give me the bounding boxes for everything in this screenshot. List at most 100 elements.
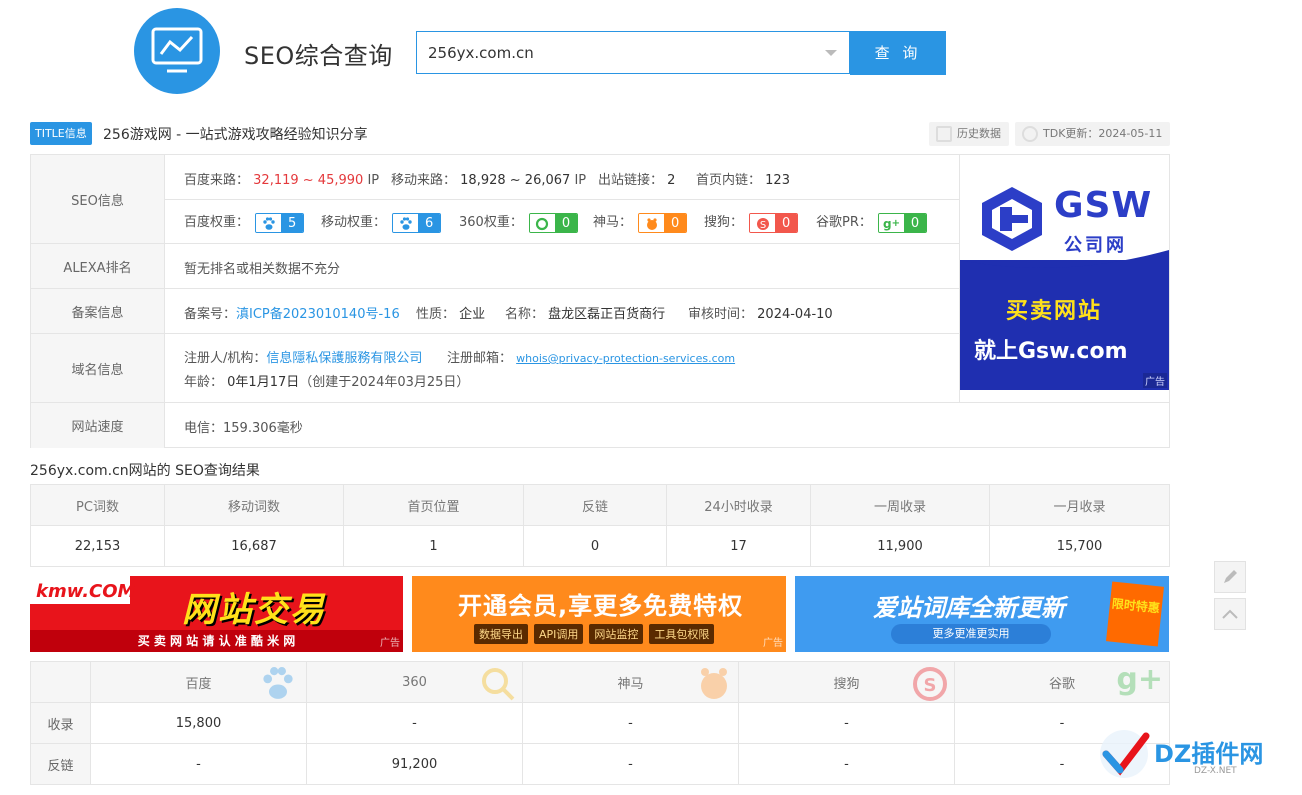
mobile-traffic-value: 18,928 ~ 26,067 bbox=[460, 173, 571, 188]
shenma-value: 0 bbox=[664, 213, 687, 232]
pencil-icon bbox=[1224, 570, 1237, 583]
google-pr[interactable]: 谷歌PR： g +0 bbox=[816, 211, 928, 233]
col-sogou-label: 搜狗 bbox=[833, 676, 860, 692]
mobile-weight[interactable]: 移动权重： 6 bbox=[321, 211, 442, 233]
seo-info-row: SEO信息 百度来路： 32,119 ~ 45,990 IP 移动来路： 18,… bbox=[31, 155, 960, 244]
week-index-value[interactable]: 11,900 bbox=[810, 525, 990, 567]
shenma-label: 神马： bbox=[593, 215, 633, 230]
gsw-brand: GSW bbox=[1054, 185, 1153, 226]
registrant-label: 注册人/机构： bbox=[184, 351, 267, 366]
sogou-weight[interactable]: 搜狗： S0 bbox=[704, 211, 799, 233]
email-link[interactable]: whois@privacy-protection-services.com bbox=[516, 352, 735, 365]
svg-text:S: S bbox=[759, 220, 765, 231]
speed-row: 网站速度 电信：159.306毫秒 bbox=[31, 403, 1169, 448]
weight-360-label: 360权重： bbox=[459, 215, 523, 230]
back-to-top-button[interactable] bbox=[1214, 598, 1246, 630]
outlinks: 出站链接： 2 bbox=[598, 169, 675, 188]
outlinks-value: 2 bbox=[667, 173, 676, 188]
engines-row-backlinks: 反链 - 91,200 - - - bbox=[30, 743, 1170, 785]
shenma-index-value[interactable]: - bbox=[522, 702, 739, 744]
col-month-index: 一月收录 bbox=[989, 484, 1170, 526]
col-24h-index: 24小时收录 bbox=[666, 484, 811, 526]
gsw-line1: 买卖网站 bbox=[1006, 299, 1103, 324]
sogou-icon: S bbox=[750, 213, 776, 232]
dz-text: DZ插件网 bbox=[1154, 740, 1264, 768]
chevron-up-icon bbox=[1222, 609, 1238, 619]
360-index-value[interactable]: - bbox=[306, 702, 523, 744]
domain-age: 年龄： 0年1月17日（创建于2024年03月25日） bbox=[184, 371, 469, 390]
domain-label: 域名信息 bbox=[31, 334, 165, 402]
icp-number: 备案号：滇ICP备2023010140号-16 bbox=[184, 303, 400, 322]
icp-row: 备案信息 备案号：滇ICP备2023010140号-16 性质： 企业 名称： … bbox=[31, 289, 960, 334]
age-label: 年龄： bbox=[184, 375, 224, 390]
email-label: 注册邮箱： bbox=[447, 351, 513, 366]
paw-icon bbox=[256, 213, 282, 232]
icp-number-label: 备案号： bbox=[184, 307, 237, 322]
backlinks-value[interactable]: 0 bbox=[523, 525, 667, 567]
banner-ciku[interactable]: 爱站词库全新更新 更多更准更实用 限时特惠 bbox=[795, 576, 1169, 652]
gsw-wave-shape bbox=[960, 250, 1169, 280]
icp-date: 审核时间： 2024-04-10 bbox=[688, 303, 833, 322]
baidu-traffic-label: 百度来路： bbox=[184, 173, 250, 188]
home-position-value: 1 bbox=[343, 525, 524, 567]
24h-index-value[interactable]: 17 bbox=[666, 525, 811, 567]
sogou-backlinks-value[interactable]: - bbox=[738, 743, 955, 785]
icp-nature-value: 企业 bbox=[459, 307, 486, 322]
icp-nature: 性质： 企业 bbox=[416, 303, 485, 322]
history-data-button[interactable]: 历史数据 bbox=[929, 122, 1009, 146]
icp-name: 名称： 盘龙区磊正百货商行 bbox=[505, 303, 665, 322]
col-mobile-words: 移动词数 bbox=[164, 484, 344, 526]
shenma-weight[interactable]: 神马： 0 bbox=[593, 211, 688, 233]
kmw-sub: 买 卖 网 站 请 认 准 酷 米 网 bbox=[30, 630, 403, 652]
registrant-link[interactable]: 信息隱私保護服務有限公司 bbox=[266, 351, 422, 366]
tdk-update-label: TDK更新：2024-05-11 bbox=[1043, 127, 1163, 140]
banner-kmw[interactable]: kmw.COM 网站交易 买 卖 网 站 请 认 准 酷 米 网 广告 bbox=[30, 576, 403, 652]
baidu-backlinks-value[interactable]: - bbox=[90, 743, 307, 785]
age-value: 0年1月17日 bbox=[227, 375, 300, 390]
mobile-weight-value: 6 bbox=[418, 213, 441, 232]
dropdown-arrow-icon[interactable] bbox=[825, 50, 837, 56]
ip-unit: IP bbox=[574, 173, 587, 188]
feedback-button[interactable] bbox=[1214, 561, 1246, 593]
col-baidu: 百度 bbox=[90, 661, 307, 703]
baidu-index-value[interactable]: 15,800 bbox=[90, 702, 307, 744]
pc-words-value[interactable]: 22,153 bbox=[30, 525, 165, 567]
baidu-traffic-value[interactable]: 32,119 ~ 45,990 bbox=[253, 173, 363, 188]
domain-search-input[interactable] bbox=[417, 32, 807, 73]
sogou-index-value[interactable]: - bbox=[738, 702, 955, 744]
col-google-label: 谷歌 bbox=[1048, 676, 1075, 692]
mobile-words-value[interactable]: 16,687 bbox=[164, 525, 344, 567]
icp-number-link[interactable]: 滇ICP备2023010140号-16 bbox=[236, 307, 400, 322]
refresh-icon bbox=[1022, 126, 1038, 142]
baidu-weight-label: 百度权重： bbox=[184, 215, 250, 230]
vip-chip: 数据导出 bbox=[474, 624, 528, 644]
baidu-weight[interactable]: 百度权重： 5 bbox=[184, 211, 305, 233]
dz-check-icon bbox=[1100, 730, 1150, 778]
banner-vip[interactable]: 开通会员,享更多免费特权 数据导出 API调用 网站监控 工具包权限 广告 bbox=[412, 576, 786, 652]
row-label-backlinks: 反链 bbox=[30, 743, 91, 785]
tdk-update-button[interactable]: TDK更新：2024-05-11 bbox=[1015, 122, 1171, 146]
site-logo[interactable] bbox=[134, 8, 220, 94]
ciku-sub: 更多更准更实用 bbox=[891, 624, 1051, 644]
col-360: 360 bbox=[306, 661, 523, 703]
google-pr-label: 谷歌PR： bbox=[816, 215, 872, 230]
gsw-ad[interactable]: GSW 公司网 买卖网站 就上Gsw.com 广告 bbox=[960, 155, 1169, 390]
seo-info-label: SEO信息 bbox=[31, 155, 165, 243]
shenma-icon bbox=[639, 213, 665, 232]
weight-360-value: 0 bbox=[554, 213, 577, 232]
engines-corner bbox=[30, 661, 91, 703]
alexa-value: 暂无排名或相关数据不充分 bbox=[184, 262, 341, 277]
shenma-backlinks-value[interactable]: - bbox=[522, 743, 739, 785]
col-360-label: 360 bbox=[402, 674, 427, 690]
kmw-logo: kmw.COM bbox=[36, 581, 136, 602]
360-backlinks-value[interactable]: 91,200 bbox=[306, 743, 523, 785]
dz-sub: DZ-X.NET bbox=[1194, 766, 1237, 776]
icp-date-label: 审核时间： bbox=[688, 307, 754, 322]
weight-360[interactable]: 360权重： 0 bbox=[459, 211, 578, 233]
month-index-value[interactable]: 15,700 bbox=[989, 525, 1170, 567]
engines-header-row: 百度 360 神马 搜狗 S 谷歌 g+ bbox=[30, 661, 1170, 703]
mobile-weight-label: 移动权重： bbox=[321, 215, 387, 230]
domain-search-box[interactable] bbox=[416, 31, 850, 74]
gsw-logo-icon bbox=[982, 187, 1042, 251]
search-button[interactable]: 查 询 bbox=[850, 31, 946, 75]
